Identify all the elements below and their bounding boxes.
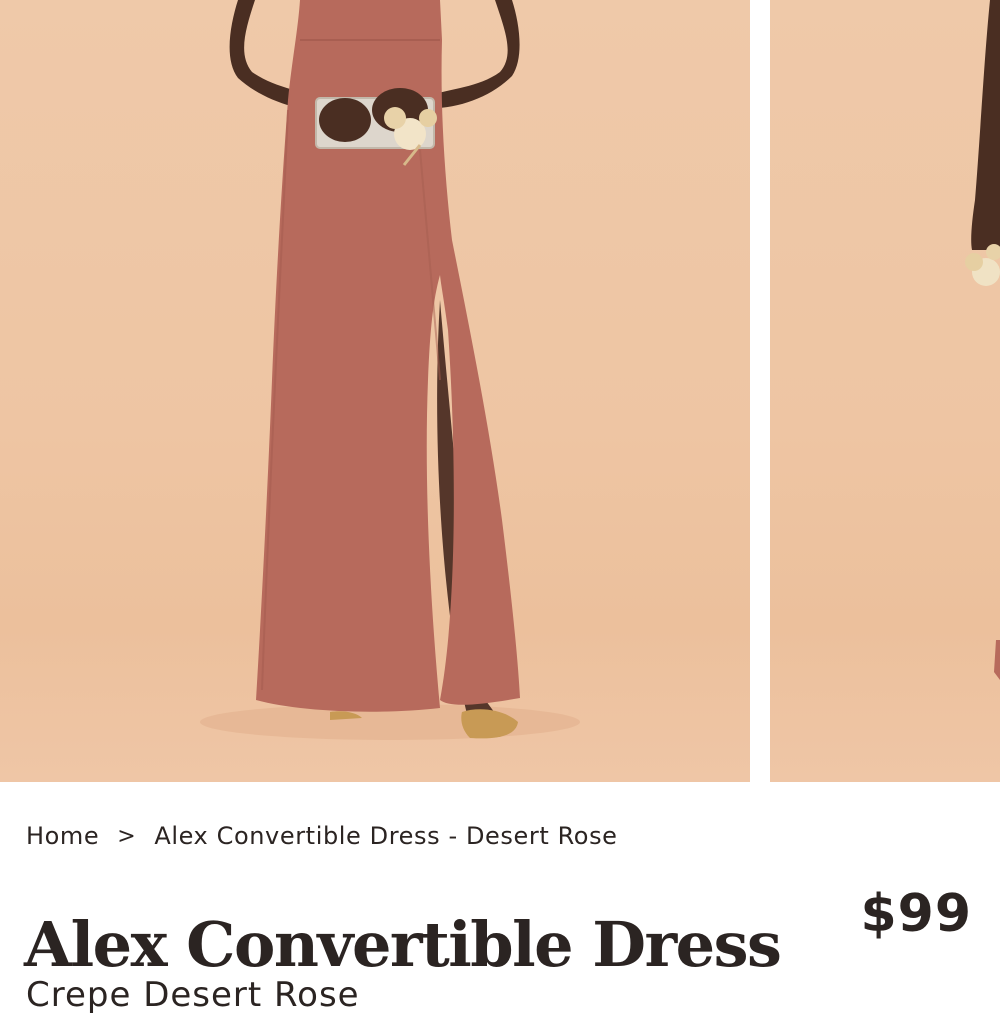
product-image-next[interactable]	[770, 0, 1000, 782]
model-in-dress-photo	[200, 0, 580, 740]
chevron-right-icon: >	[117, 823, 137, 849]
product-variant: Crepe Desert Rose	[26, 975, 360, 1015]
product-image-main[interactable]	[0, 0, 750, 782]
product-image-gallery[interactable]	[0, 0, 1000, 782]
breadcrumb-home-link[interactable]: Home	[26, 822, 99, 850]
model-side-photo	[965, 0, 1000, 680]
product-price: $99	[860, 884, 972, 944]
breadcrumb: Home > Alex Convertible Dress - Desert R…	[26, 822, 618, 850]
product-title: Alex Convertible Dress	[24, 907, 782, 981]
breadcrumb-current: Alex Convertible Dress - Desert Rose	[154, 822, 618, 850]
